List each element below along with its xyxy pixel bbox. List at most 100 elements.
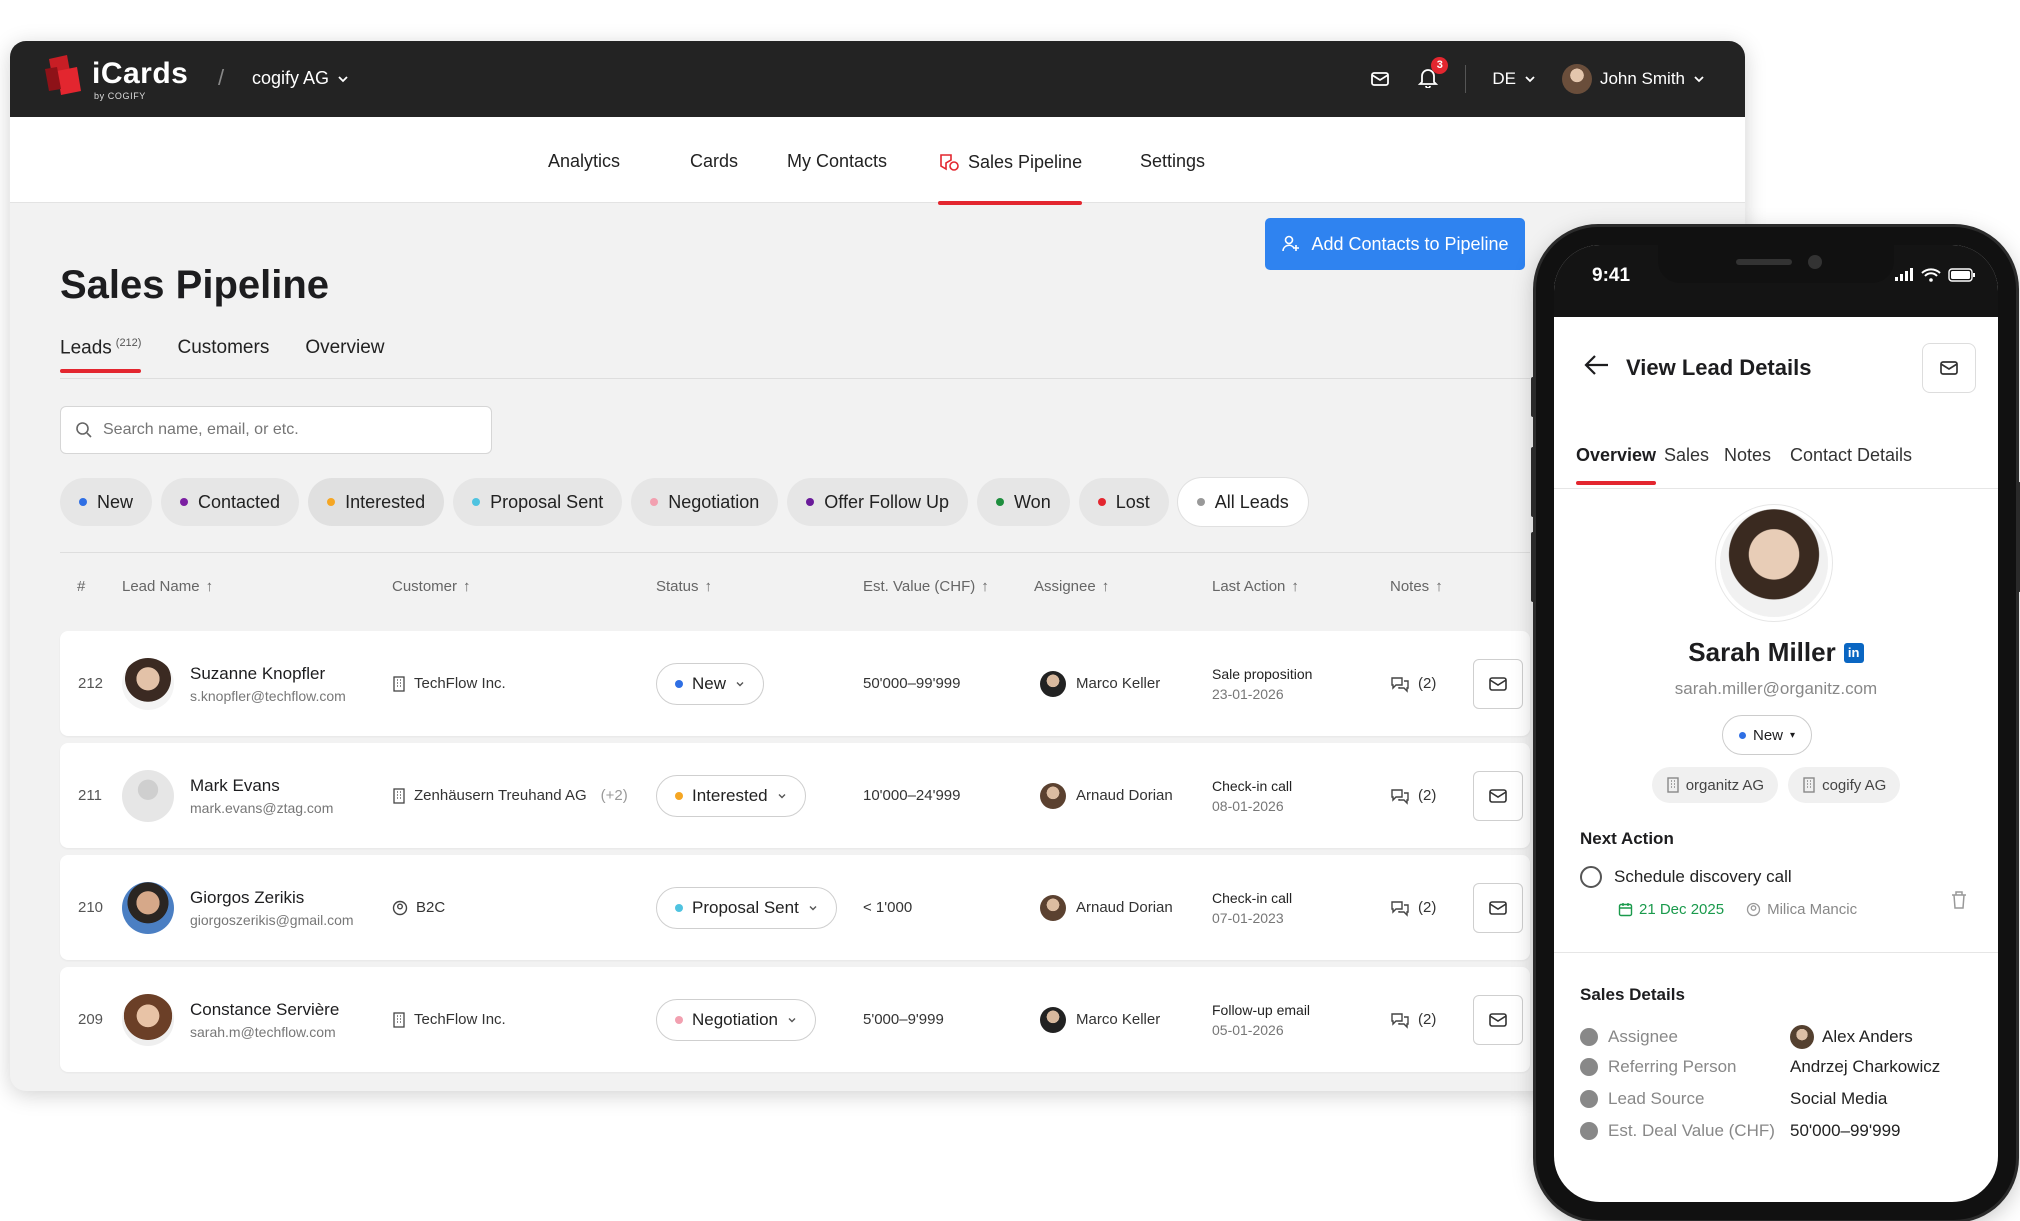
status-cell: Proposal Sent [656, 855, 837, 960]
phone-mail-button[interactable] [1922, 343, 1976, 393]
notes-cell[interactable]: (2) [1390, 855, 1436, 960]
lead-name: Constance Servière [190, 999, 340, 1019]
comments-icon [1391, 788, 1409, 805]
assignee-cell[interactable]: Marco Keller [1040, 631, 1160, 736]
last-action-date: 07-01-2023 [1212, 909, 1284, 926]
wifi-icon [1921, 268, 1941, 282]
chip-new[interactable]: New [60, 478, 153, 526]
breadcrumb-separator: / [218, 65, 225, 90]
lead-name: Sarah Miller in [1554, 637, 1998, 668]
col-customer[interactable]: Customer ↑ [392, 578, 471, 595]
nav-analytics[interactable]: Analytics [548, 151, 620, 172]
phone-tab-sales[interactable]: Sales [1664, 445, 1709, 466]
status-dropdown[interactable]: Proposal Sent [656, 886, 837, 929]
lead-email: sarah.m@techflow.com [190, 1023, 336, 1040]
row-mail-button[interactable] [1473, 995, 1523, 1045]
detail-assignee: Assignee Alex Anders [1580, 1025, 1980, 1049]
lead-email: giorgoszerikis@gmail.com [190, 911, 354, 928]
next-action-task[interactable]: Schedule discovery call [1580, 866, 1792, 888]
chip-label: Contacted [198, 491, 281, 512]
user-menu[interactable]: John Smith [1561, 64, 1705, 94]
language-switcher[interactable]: DE [1492, 69, 1536, 89]
customer-cell[interactable]: B2C [392, 855, 459, 960]
mail-icon[interactable] [1369, 68, 1391, 90]
table-row[interactable]: 209 Constance Servière sarah.m@techflow.… [60, 967, 1530, 1072]
notes-cell[interactable]: (2) [1390, 967, 1436, 1072]
lead-name: Giorgos Zerikis [190, 887, 305, 907]
chevron-down-icon [788, 1017, 796, 1022]
tab-leads[interactable]: Leads (212) [60, 337, 142, 374]
nav-sales-pipeline[interactable]: Sales Pipeline [938, 151, 1083, 205]
est-value: 50'000–99'999 [863, 675, 961, 692]
assignee-cell[interactable]: Arnaud Dorian [1040, 855, 1173, 960]
status-dot [806, 498, 815, 506]
org-tag[interactable]: cogify AG [1788, 767, 1901, 803]
col-last-action[interactable]: Last Action ↑ [1212, 578, 1299, 595]
lead-cell[interactable]: Mark Evans mark.evans@ztag.com [122, 743, 333, 848]
notification-count-badge: 3 [1431, 56, 1449, 74]
customer-cell[interactable]: TechFlow Inc. [392, 967, 520, 1072]
phone-tab-overview[interactable]: Overview [1576, 445, 1657, 485]
notes-cell[interactable]: (2) [1390, 743, 1436, 848]
chip-interested[interactable]: Interested [308, 478, 445, 526]
customer-cell[interactable]: Zenhäusern Treuhand AG (+2) [392, 743, 628, 848]
status-dropdown[interactable]: Negotiation [656, 998, 817, 1041]
notes-cell[interactable]: (2) [1390, 631, 1436, 736]
building-icon [393, 1011, 405, 1028]
table-row[interactable]: 210 Giorgos Zerikis giorgoszerikis@gmail… [60, 855, 1530, 960]
chip-won[interactable]: Won [977, 478, 1070, 526]
person-icon [1580, 1058, 1598, 1076]
chip-offer-follow-up[interactable]: Offer Follow Up [787, 478, 969, 526]
lead-cell[interactable]: Suzanne Knopfler s.knopfler@techflow.com [122, 631, 346, 736]
chip-lost[interactable]: Lost [1078, 478, 1169, 526]
org-tag[interactable]: organitz AG [1651, 767, 1779, 803]
last-action-date: 23-01-2026 [1212, 685, 1284, 702]
nav-cards[interactable]: Cards [690, 151, 738, 172]
linkedin-icon[interactable]: in [1843, 642, 1864, 663]
detail-value: Andrzej Charkowicz [1790, 1057, 1941, 1076]
chip-negotiation[interactable]: Negotiation [631, 478, 779, 526]
detail-value: 50'000–99'999 [1790, 1121, 1901, 1140]
chip-contacted[interactable]: Contacted [161, 478, 300, 526]
tab-customers[interactable]: Customers [177, 337, 269, 359]
logo-subtitle: by COGIFY [94, 91, 146, 101]
assignee-cell[interactable]: Arnaud Dorian [1040, 743, 1173, 848]
col-assignee[interactable]: Assignee ↑ [1034, 578, 1109, 595]
org-switcher[interactable]: cogify AG [252, 68, 349, 89]
assignee-cell[interactable]: Marco Keller [1040, 967, 1160, 1072]
task-meta: 21 Dec 2025 Milica Mancic [1618, 901, 1857, 918]
back-arrow-icon[interactable] [1584, 353, 1610, 377]
search-box[interactable] [60, 406, 492, 454]
search-input[interactable] [103, 421, 463, 439]
customer-cell[interactable]: TechFlow Inc. [392, 631, 520, 736]
col-lead-name[interactable]: Lead Name ↑ [122, 578, 213, 595]
row-mail-button[interactable] [1473, 771, 1523, 821]
row-mail-button[interactable] [1473, 883, 1523, 933]
task-checkbox[interactable] [1580, 866, 1602, 888]
tab-overview[interactable]: Overview [305, 337, 384, 359]
status-dropdown[interactable]: New [656, 662, 765, 705]
trash-icon[interactable] [1950, 890, 1968, 910]
row-mail-button[interactable] [1473, 659, 1523, 709]
chip-all-leads[interactable]: All Leads [1177, 478, 1308, 526]
nav-my-contacts[interactable]: My Contacts [787, 151, 887, 172]
lead-status-dropdown[interactable]: New ▾ [1722, 715, 1813, 755]
phone-tab-notes[interactable]: Notes [1724, 445, 1771, 466]
icards-logo-icon[interactable] [43, 55, 83, 99]
phone-tab-contact-details[interactable]: Contact Details [1790, 445, 1912, 466]
nav-settings[interactable]: Settings [1140, 151, 1205, 172]
add-contacts-button[interactable]: Add Contacts to Pipeline [1265, 218, 1525, 270]
col-status[interactable]: Status ↑ [656, 578, 712, 595]
lead-cell[interactable]: Constance Servière sarah.m@techflow.com [122, 967, 339, 1072]
status-dropdown[interactable]: Interested [656, 774, 806, 817]
col-est-value[interactable]: Est. Value (CHF) ↑ [863, 578, 989, 595]
customer-name: TechFlow Inc. [414, 675, 506, 692]
chip-proposal-sent[interactable]: Proposal Sent [453, 478, 623, 526]
notifications-button[interactable]: 3 [1417, 56, 1449, 93]
col-notes[interactable]: Notes ↑ [1390, 578, 1443, 595]
lead-cell[interactable]: Giorgos Zerikis giorgoszerikis@gmail.com [122, 855, 354, 960]
status-label: New [692, 673, 727, 693]
org-tag-label: cogify AG [1822, 776, 1887, 794]
table-row[interactable]: 212 Suzanne Knopfler s.knopfler@techflow… [60, 631, 1530, 736]
table-row[interactable]: 211 Mark Evans mark.evans@ztag.com Zenhä… [60, 743, 1530, 848]
